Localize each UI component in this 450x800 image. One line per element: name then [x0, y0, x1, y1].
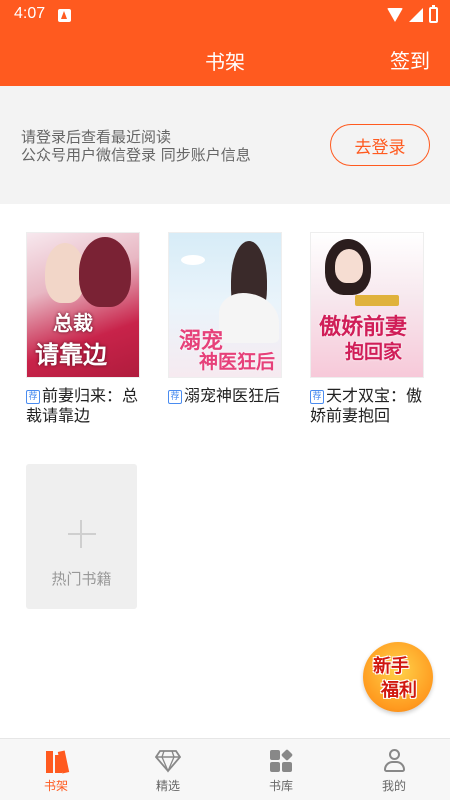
add-book-label: 热门书籍 — [51, 570, 112, 588]
login-banner: 请登录后查看最近阅读 公众号用户微信登录 同步账户信息 去登录 — [0, 86, 450, 204]
book-title[interactable]: 荐溺宠神医狂后 — [168, 386, 284, 406]
nav-label: 我的 — [381, 779, 406, 793]
book-item[interactable]: 傲娇前妻 抱回家 荐天才双宝：傲娇前妻抱回 — [310, 232, 426, 426]
nav-tab-featured[interactable]: 精选 — [112, 739, 224, 800]
login-prompt-line2: 公众号用户微信登录 同步账户信息 — [21, 146, 251, 164]
bottom-nav: 书架 精选 书库 我的 — [0, 738, 450, 800]
newbie-line1: 新手 — [373, 656, 409, 677]
cover-title-line2: 神医狂后 — [199, 351, 276, 373]
library-grid-icon — [268, 748, 294, 773]
crane-icon — [181, 255, 205, 265]
cover-figure — [219, 293, 279, 343]
recommend-badge: 荐 — [26, 390, 40, 404]
nav-label: 精选 — [155, 779, 180, 793]
plus-icon — [68, 520, 96, 548]
battery-icon — [429, 5, 438, 23]
book-title[interactable]: 荐天才双宝：傲娇前妻抱回 — [310, 386, 426, 426]
recommend-badge: 荐 — [310, 390, 324, 404]
nav-label: 书库 — [268, 779, 293, 793]
newbie-gift-badge[interactable]: 新手 福利 — [363, 642, 433, 712]
nav-label: 书架 — [43, 779, 68, 793]
status-icons — [387, 5, 438, 24]
wifi-icon — [387, 8, 403, 22]
newbie-line2: 福利 — [381, 680, 417, 701]
book-title[interactable]: 荐前妻归来：总裁请靠边 — [26, 386, 142, 426]
book-cover[interactable]: 溺宠 神医狂后 — [168, 232, 282, 378]
checkin-button[interactable]: 签到 — [390, 45, 430, 74]
bookshelf-icon — [43, 749, 70, 774]
cover-ribbon — [355, 295, 399, 306]
nav-tab-profile[interactable]: 我的 — [338, 739, 450, 800]
page-title: 书架 — [205, 50, 245, 74]
book-cover[interactable]: 傲娇前妻 抱回家 — [310, 232, 424, 378]
book-title-text: 前妻归来：总裁请靠边 — [26, 386, 139, 425]
book-title-text: 溺宠神医狂后 — [184, 386, 281, 405]
nav-tab-bookshelf[interactable]: 书架 — [0, 739, 112, 800]
status-bar: 4:07 — [0, 0, 450, 30]
nav-tab-library[interactable]: 书库 — [225, 739, 337, 800]
user-icon — [381, 749, 407, 773]
book-item[interactable]: 溺宠 神医狂后 荐溺宠神医狂后 — [168, 232, 284, 406]
diamond-icon — [155, 750, 181, 773]
book-cover[interactable]: 总裁 请靠边 — [26, 232, 140, 378]
notification-icon — [58, 9, 71, 22]
cover-figure — [79, 237, 131, 307]
add-book-tile[interactable]: 热门书籍 — [26, 464, 137, 609]
cover-title-line1: 总裁 — [53, 311, 93, 335]
book-item[interactable]: 总裁 请靠边 荐前妻归来：总裁请靠边 — [26, 232, 142, 426]
login-prompt-line1: 请登录后查看最近阅读 — [21, 128, 172, 146]
cover-title-line2: 抱回家 — [345, 341, 403, 363]
book-title-text: 天才双宝：傲娇前妻抱回 — [310, 386, 423, 425]
login-prompt: 请登录后查看最近阅读 公众号用户微信登录 同步账户信息 — [21, 128, 251, 164]
status-time: 4:07 — [14, 5, 46, 22]
cover-figure — [335, 249, 363, 283]
recommend-badge: 荐 — [168, 390, 182, 404]
login-button[interactable]: 去登录 — [330, 124, 430, 166]
signal-icon — [409, 8, 423, 22]
app-header: 4:07 书架 签到 — [0, 0, 450, 86]
cover-title-line2: 请靠边 — [35, 340, 107, 369]
